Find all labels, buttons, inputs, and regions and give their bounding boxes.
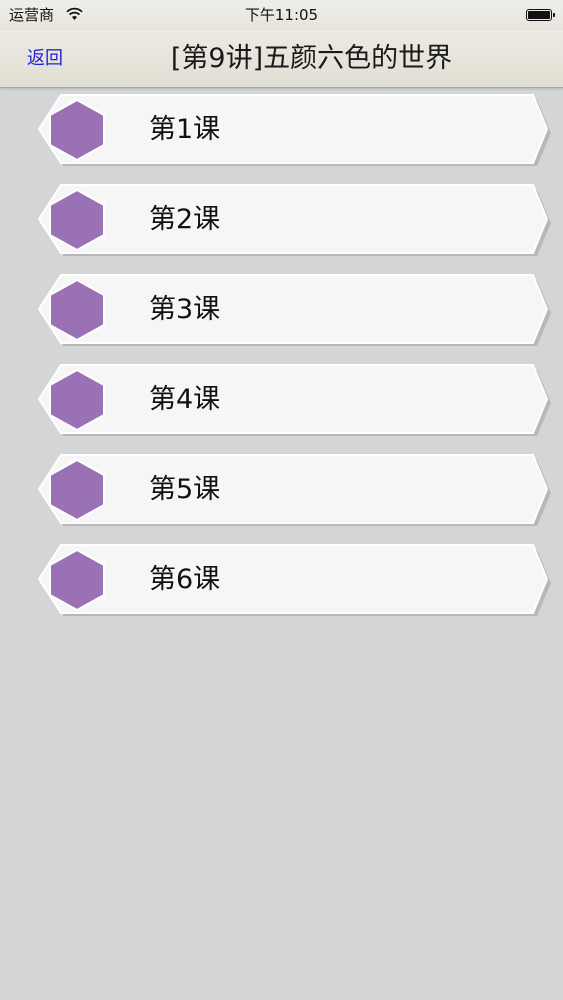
lesson-label: 第5课: [149, 474, 221, 505]
lesson-label: 第6课: [149, 564, 221, 595]
hexagon-icon: [49, 548, 105, 612]
lesson-item-2[interactable]: 第2课: [37, 183, 551, 257]
navigation-bar: 返回 [第9讲]五颜六色的世界: [0, 30, 563, 88]
page-title: [第9讲]五颜六色的世界: [170, 43, 453, 74]
lesson-label: 第3课: [149, 294, 221, 325]
lesson-button-background: [37, 184, 551, 256]
hexagon-icon: [49, 368, 105, 432]
hexagon-icon: [49, 278, 105, 342]
lesson-item-5[interactable]: 第5课: [37, 453, 551, 527]
lesson-item-1[interactable]: 第1课: [37, 93, 551, 167]
lesson-button-background: [37, 544, 551, 616]
lesson-item-4[interactable]: 第4课: [37, 363, 551, 437]
battery-icon: [526, 9, 555, 21]
battery-level: [528, 11, 550, 19]
lesson-label: 第1课: [149, 114, 221, 145]
lesson-button-background: [37, 94, 551, 166]
lesson-item-3[interactable]: 第3课: [37, 273, 551, 347]
lesson-item-6[interactable]: 第6课: [37, 543, 551, 617]
back-button[interactable]: 返回: [27, 30, 63, 87]
hexagon-icon: [49, 458, 105, 522]
status-time: 下午11:05: [244, 6, 319, 24]
lesson-label: 第2课: [149, 204, 221, 235]
lesson-button-background: [37, 454, 551, 526]
hexagon-icon: [49, 188, 105, 252]
lesson-button-background: [37, 274, 551, 346]
status-bar: 运营商 下午11:05: [0, 0, 563, 30]
lesson-label: 第4课: [149, 384, 221, 415]
lesson-button-background: [37, 364, 551, 436]
hexagon-icon: [49, 98, 105, 162]
